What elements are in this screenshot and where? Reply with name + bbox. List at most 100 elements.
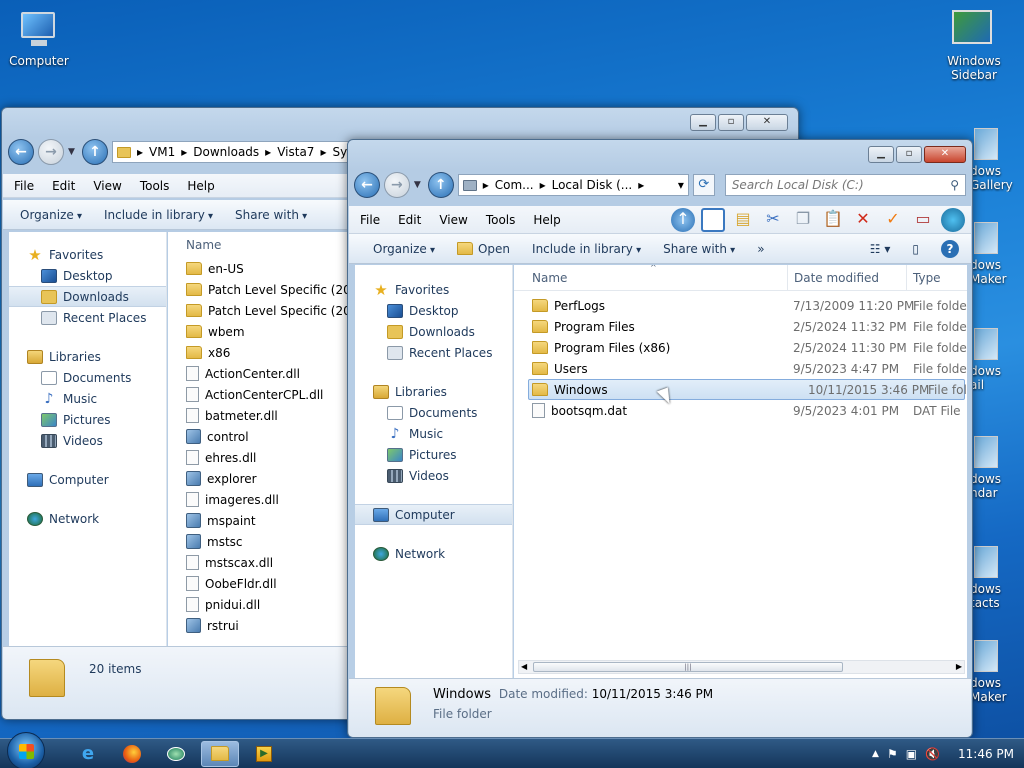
address-bar[interactable]: ▸ Com... ▸ Local Disk (... ▸ ▾: [457, 174, 689, 196]
back-button[interactable]: ←: [8, 139, 34, 165]
desktop-icon-partial[interactable]: dows tacts: [970, 546, 1024, 610]
back-button[interactable]: ←: [354, 172, 380, 198]
nav-computer[interactable]: Computer: [9, 469, 166, 490]
file-row[interactable]: Program Files 2/5/2024 11:32 PM File folde…: [514, 316, 967, 337]
desktop-icon-partial[interactable]: dows ndar: [970, 436, 1024, 500]
share-with-button[interactable]: Share with: [663, 242, 735, 256]
organize-button[interactable]: Organize: [373, 242, 435, 256]
volume-muted-icon[interactable]: 🔇: [925, 747, 940, 761]
explorer-window-front[interactable]: ▁ ▫ ✕ ← → ▼ ↑ ▸ Com... ▸ Local Disk (...…: [347, 139, 973, 738]
address-dropdown-icon[interactable]: ▾: [678, 178, 684, 192]
clock[interactable]: 11:46 PM: [958, 747, 1014, 761]
file-row[interactable]: Users 9/5/2023 4:47 PM File folder: [514, 358, 967, 379]
recent-pages-dropdown[interactable]: ▼: [68, 147, 78, 157]
breadcrumb-item[interactable]: Downloads: [193, 145, 259, 159]
close-button[interactable]: ✕: [746, 114, 788, 131]
menu-edit[interactable]: Edit: [398, 213, 421, 227]
preview-pane-icon[interactable]: [701, 207, 725, 232]
preview-pane-toggle-icon[interactable]: ▯: [912, 242, 919, 256]
menu-edit[interactable]: Edit: [52, 179, 75, 193]
minimize-button[interactable]: ▁: [868, 146, 894, 163]
file-row[interactable]: PerfLogs 7/13/2009 11:20 PM File folder: [514, 295, 967, 316]
menu-file[interactable]: File: [14, 179, 34, 193]
menu-file[interactable]: File: [360, 213, 380, 227]
up-button[interactable]: ↑: [82, 139, 108, 165]
refresh-button[interactable]: ⟳: [692, 174, 715, 196]
up-button[interactable]: ↑: [427, 172, 454, 198]
taskbar-explorer[interactable]: [201, 740, 239, 767]
network-tray-icon[interactable]: ▣: [906, 747, 917, 761]
nav-music[interactable]: ♪ Music: [355, 423, 512, 444]
navigation-pane[interactable]: ★ Favorites Desktop Downloads Recent Plac…: [355, 265, 513, 678]
breadcrumb-item[interactable]: Local Disk (...: [552, 178, 633, 192]
nav-music[interactable]: ♪ Music: [9, 388, 166, 409]
action-center-flag-icon[interactable]: ⚑: [887, 747, 898, 761]
more-commands-button[interactable]: »: [757, 242, 764, 256]
include-in-library-button[interactable]: Include in library: [532, 242, 641, 256]
up-folder-icon[interactable]: ↑: [671, 207, 695, 232]
help-icon[interactable]: ?: [941, 239, 959, 258]
delete-icon[interactable]: ✕: [851, 208, 875, 232]
nav-desktop[interactable]: Desktop: [355, 300, 512, 321]
nav-network[interactable]: Network: [355, 543, 512, 564]
file-row[interactable]: Program Files (x86) 2/5/2024 11:30 PM File…: [514, 337, 967, 358]
forward-button[interactable]: →: [383, 172, 410, 198]
maximize-button[interactable]: ▫: [896, 146, 922, 163]
file-row-selected[interactable]: Windows 10/11/2015 3:46 PMFile folder: [528, 379, 967, 400]
close-button[interactable]: ✕: [924, 146, 966, 163]
view-options-icon[interactable]: ☷ ▾: [870, 242, 891, 256]
nav-documents[interactable]: Documents: [9, 367, 166, 388]
cut-icon[interactable]: ✂: [761, 208, 785, 232]
properties-icon[interactable]: ✓: [881, 208, 905, 232]
column-header-name[interactable]: Name: [532, 271, 567, 285]
maximize-button[interactable]: ▫: [718, 114, 744, 131]
taskbar-app[interactable]: [157, 741, 195, 767]
nav-network[interactable]: Network: [9, 508, 166, 529]
column-header-type[interactable]: Type: [906, 265, 941, 291]
nav-computer[interactable]: Computer: [355, 504, 512, 525]
file-row[interactable]: bootsqm.dat 9/5/2023 4:01 PM DAT File: [514, 400, 967, 421]
scroll-right-arrow[interactable]: ▶: [956, 661, 962, 673]
forward-button[interactable]: →: [38, 139, 64, 165]
search-icon[interactable]: ⚲: [950, 178, 959, 192]
nav-recent-places[interactable]: Recent Places: [355, 342, 512, 363]
breadcrumb-item[interactable]: VM1: [149, 145, 175, 159]
taskbar-ie[interactable]: e: [69, 741, 107, 767]
folder-options-icon[interactable]: ▤: [731, 208, 755, 232]
menu-tools[interactable]: Tools: [486, 213, 516, 227]
taskbar-media-player[interactable]: ▶: [245, 741, 283, 767]
organize-button[interactable]: Organize: [20, 208, 82, 222]
share-with-button[interactable]: Share with: [235, 208, 307, 222]
menu-view[interactable]: View: [439, 213, 467, 227]
open-button[interactable]: Open: [456, 242, 510, 256]
nav-pictures[interactable]: Pictures: [355, 444, 512, 465]
minimize-button[interactable]: ▁: [690, 114, 716, 131]
include-in-library-button[interactable]: Include in library: [104, 208, 213, 222]
recent-pages-dropdown[interactable]: ▼: [414, 180, 424, 190]
menu-tools[interactable]: Tools: [140, 179, 170, 193]
file-list[interactable]: Name ^ Date modified Type PerfLogs 7/13/2…: [514, 265, 967, 678]
nav-libraries[interactable]: Libraries: [9, 346, 166, 367]
paste-icon[interactable]: 📋: [821, 208, 845, 232]
show-hidden-icons-button[interactable]: ▲: [872, 749, 879, 759]
breadcrumb-item[interactable]: Com...: [495, 178, 534, 192]
nav-videos[interactable]: Videos: [9, 430, 166, 451]
nav-downloads[interactable]: Downloads: [355, 321, 512, 342]
nav-favorites[interactable]: ★ Favorites: [355, 279, 512, 300]
nav-videos[interactable]: Videos: [355, 465, 512, 486]
desktop-icon-partial[interactable]: dows Gallery: [970, 128, 1024, 192]
search-input[interactable]: Search Local Disk (C:) ⚲: [724, 174, 966, 196]
desktop-icon-partial[interactable]: dows ail: [970, 328, 1024, 392]
horizontal-scrollbar[interactable]: ◀ ||| ▶: [518, 660, 965, 674]
column-header-date[interactable]: Date modified: [787, 265, 879, 291]
nav-favorites[interactable]: ★ Favorites: [9, 244, 166, 265]
nav-documents[interactable]: Documents: [355, 402, 512, 423]
nav-pictures[interactable]: Pictures: [9, 409, 166, 430]
nav-desktop[interactable]: Desktop: [9, 265, 166, 286]
breadcrumb-item[interactable]: Vista7: [277, 145, 314, 159]
scroll-thumb[interactable]: |||: [533, 662, 843, 672]
globe-icon[interactable]: [941, 207, 965, 232]
copy-icon[interactable]: ❐: [791, 208, 815, 232]
menu-help[interactable]: Help: [187, 179, 214, 193]
scroll-left-arrow[interactable]: ◀: [521, 661, 527, 673]
